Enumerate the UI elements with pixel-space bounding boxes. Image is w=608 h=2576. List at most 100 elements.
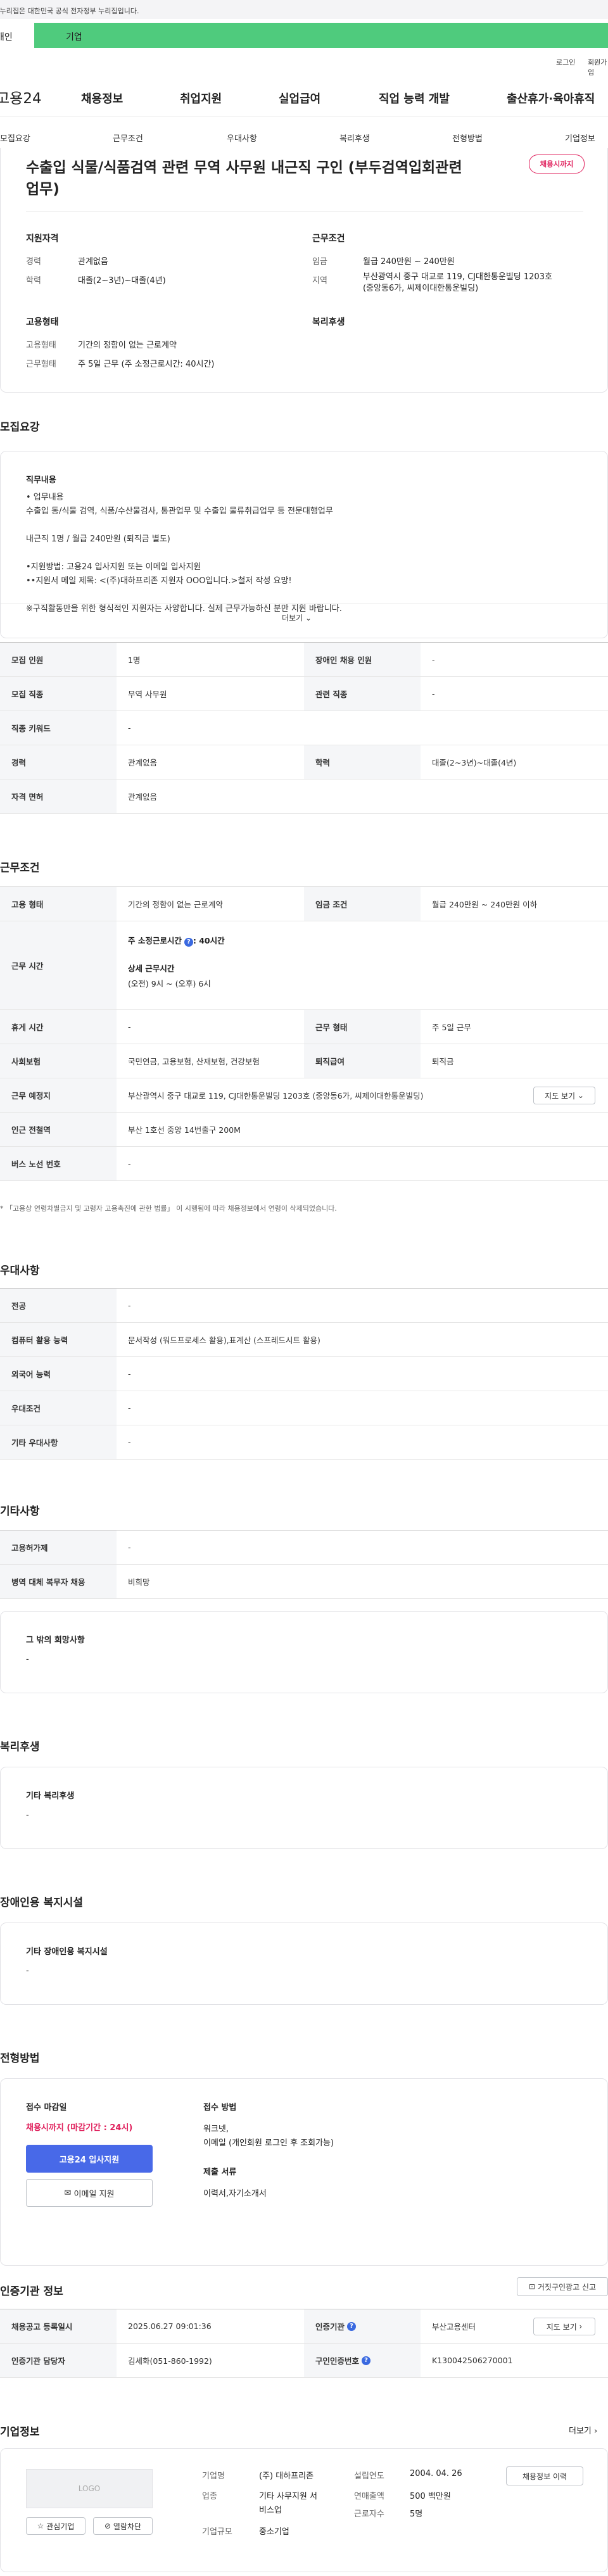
apply-button[interactable]: 고용24 입사지원 (26, 2145, 153, 2173)
table-row: 병역 대체 복무자 채용 비희망 (0, 1565, 608, 1599)
subnav-process[interactable]: 전형방법 (452, 132, 483, 144)
info-icon[interactable]: ? (362, 2356, 371, 2365)
table-cell: 국민연금, 고용보험, 산재보험, 건강보험 (128, 1057, 260, 1066)
table-cell: K130042506270001 (432, 2356, 513, 2365)
company-more-link[interactable]: 더보기 › (569, 2424, 597, 2436)
logo-number: 24 (23, 91, 42, 107)
table-cell: - (128, 1369, 131, 1379)
deadline-label: 접수 마감일 (26, 2103, 67, 2112)
tab-business[interactable]: 기업 (34, 23, 608, 48)
gnb-support[interactable]: 취업지원 (180, 90, 222, 106)
table-row: 경력 관계없음 학력 대졸(2~3년)~대졸(4년) (0, 745, 608, 780)
table-row: 인근 전철역 부산 1호선 중앙 14번출구 200M (0, 1113, 608, 1147)
table-row: 인증기관 담당자 김세화(051-860-1992) 구인인증번호? K1300… (0, 2344, 608, 2378)
table-header: 컴퓨터 활용 능력 (0, 1323, 117, 1356)
gnb-training[interactable]: 직업 능력 개발 (379, 90, 450, 106)
method-value-1: 워크넷, (203, 2125, 229, 2134)
employees-value: 5명 (410, 2510, 423, 2519)
industry-value-1: 기타 사무지원 서 (259, 2492, 317, 2501)
site-logo[interactable]: 고용24 (0, 86, 42, 108)
deadline-value: 채용시까지 (마감기간 : 24시) (26, 2123, 133, 2133)
table-header: 버스 노선 번호 (0, 1147, 117, 1180)
career-value: 관계없음 (78, 257, 108, 267)
age-note: * 「고용상 연령차별금지 및 고령자 고용촉진에 관한 법률」 이 시행됨에 … (0, 1204, 337, 1213)
table-header: 자격 면허 (0, 780, 117, 813)
cert-map-button[interactable]: 지도 보기 › (533, 2318, 595, 2335)
job-detail-label: 직무내용 (26, 476, 56, 485)
info-icon[interactable]: ? (184, 938, 193, 947)
hours-detail-label: 상세 근무시간 (128, 964, 175, 973)
section-disability-title: 장애인용 복지시설 (0, 1897, 84, 1909)
signup-link[interactable]: 회원가입 (588, 57, 608, 77)
table-cell: - (128, 1022, 131, 1032)
login-link[interactable]: 로그인 (556, 57, 575, 67)
table-header: 채용공고 등록일시 (0, 2309, 117, 2343)
report-button[interactable]: ⊡ 거짓구인광고 신고 (517, 2277, 608, 2296)
table-cell: 관계없음 (128, 792, 158, 802)
table-row: 모집 직종 무역 사무원 관련 직종 - (0, 677, 608, 711)
table-header: 직종 키워드 (0, 711, 117, 745)
tab-personal[interactable]: 개인 (0, 23, 34, 48)
table-row: 근무 시간 주 소정근로시간?: 40시간 상세 근무시간 (오전) 9시 ~ … (0, 921, 608, 1010)
util-bar: 로그인 회원가입 (0, 54, 608, 77)
table-cell: - (128, 1301, 131, 1310)
subnav-company[interactable]: 기업정보 (565, 132, 595, 144)
employees-label: 근로자수 (354, 2510, 384, 2519)
table-header: 병역 대체 복무자 채용 (0, 1565, 117, 1598)
chevron-right-icon: › (579, 2322, 583, 2331)
section-welfare-title: 복리후생 (0, 1741, 40, 1753)
gov-notice-bar: 이 누리집은 대한민국 공식 전자정부 누리집입니다. (0, 0, 608, 19)
disability-value: - (26, 1966, 29, 1976)
table-row: 외국어 능력 - (0, 1357, 608, 1391)
subnav-recruit[interactable]: 모집요강 (0, 132, 30, 144)
job-history-button[interactable]: 채용정보 이력 (506, 2466, 583, 2485)
gnb-jobs[interactable]: 채용정보 (81, 90, 123, 106)
wage-label: 임금 (312, 257, 327, 267)
company-name-value: (주) 대하프리존 (259, 2472, 314, 2481)
global-nav: 고용24 채용정보 취업지원 실업급여 직업 능력 개발 출산휴가·육아휴직 (0, 79, 608, 117)
table-header: 모집 인원 (0, 643, 117, 676)
summary-card: 수출입 식물/식품검역 관련 무역 사무원 내근직 구인 (부두검역입회관련업무… (0, 148, 608, 393)
table-header: 근무 예정지 (0, 1078, 117, 1112)
block-icon: ⊘ (104, 2522, 111, 2530)
more-button[interactable]: 더보기 ⌄ (282, 612, 312, 623)
subnav-conditions[interactable]: 근무조건 (113, 132, 143, 144)
favorite-company-button[interactable]: ☆ 관심기업 (26, 2517, 86, 2535)
process-card: 접수 마감일 채용시까지 (마감기간 : 24시) 고용24 입사지원 ✉ 이메… (0, 2078, 608, 2266)
job-title: 수출입 식물/식품검역 관련 무역 사무원 내근직 구인 (부두검역입회관련업무… (26, 160, 462, 198)
status-badge: 채용시까지 (529, 155, 585, 174)
edu-label: 학력 (26, 276, 41, 286)
table-header: 구인인증번호? (304, 2344, 421, 2377)
table-cell: - (128, 1543, 131, 1552)
subnav-welfare[interactable]: 복리후생 (339, 132, 370, 144)
email-apply-button[interactable]: ✉ 이메일 지원 (26, 2179, 153, 2207)
company-logo: LOGO (26, 2469, 153, 2508)
gnb-leave[interactable]: 출산휴가·육아휴직 (507, 90, 595, 106)
etc-table: 고용허가제 - 병역 대체 복무자 채용 비희망 (0, 1530, 608, 1599)
table-cell: - (432, 689, 435, 698)
job-detail-text: • 업무내용 수출입 동/식물 검역, 식품/수산물검사, 통관업무 및 수출입… (26, 493, 342, 614)
map-button[interactable]: 지도 보기 ⌄ (533, 1087, 595, 1104)
table-row: 버스 노선 번호 - (0, 1147, 608, 1181)
welfare-title: 복리후생 (312, 317, 345, 327)
other-wish-card: 그 밖의 희망사항 - (0, 1611, 608, 1693)
info-icon[interactable]: ? (347, 2321, 357, 2331)
table-header: 임금 조건 (304, 887, 421, 921)
table-cell: 무역 사무원 (128, 690, 167, 699)
block-company-button[interactable]: ⊘ 열람차단 (93, 2517, 153, 2535)
subnav-preference[interactable]: 우대사항 (227, 132, 257, 144)
emp-type-label: 고용형태 (26, 341, 56, 350)
table-header: 전공 (0, 1289, 117, 1322)
table-row: 채용공고 등록일시 2025.06.27 09:01:36 인증기관? 부산고용… (0, 2309, 608, 2344)
table-cell: 김세화(051-860-1992) (128, 2356, 212, 2366)
area-value-2: (중앙동6가, 씨제이대한통운빌딩) (363, 284, 479, 293)
mail-icon: ✉ (64, 2188, 72, 2198)
disability-label: 기타 장애인용 복지시설 (26, 1947, 108, 1957)
welfare-value: - (26, 1810, 29, 1820)
disability-card: 기타 장애인용 복지시설 - (0, 1923, 608, 2005)
section-recruit-title: 모집요강 (0, 421, 40, 434)
table-cell: - (128, 1159, 131, 1168)
gnb-unemployment[interactable]: 실업급여 (279, 90, 320, 106)
career-label: 경력 (26, 257, 41, 267)
table-header: 인근 전철역 (0, 1113, 117, 1146)
